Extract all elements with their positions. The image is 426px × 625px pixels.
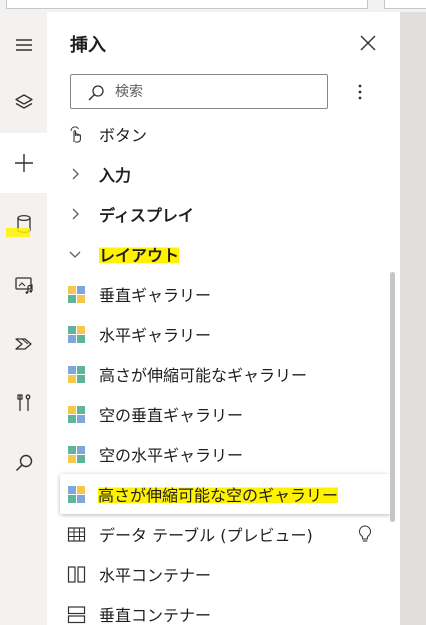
more-options-button[interactable] <box>350 80 370 104</box>
top-bar <box>0 0 426 12</box>
chevron-down-icon <box>69 251 81 258</box>
list-item-label: 垂直ギャラリー <box>99 286 212 305</box>
search-icon <box>88 85 104 101</box>
list-item-label: 高さが伸縮可能な空のギャラリー <box>98 482 339 506</box>
rail-media-button[interactable] <box>0 255 47 315</box>
list-item-blank-flexible-height-gallery[interactable]: 高さが伸縮可能な空のギャラリー <box>60 474 391 514</box>
lightbulb-icon <box>358 525 372 542</box>
chevron-right-icon <box>72 208 79 220</box>
canvas-edge <box>400 12 426 625</box>
layers-icon <box>14 94 33 109</box>
horizontal-container-icon <box>67 566 86 583</box>
tools-icon <box>16 394 30 411</box>
chevron-right-icon <box>72 168 79 180</box>
list-item-label: 空の水平ギャラリー <box>99 446 244 465</box>
data-highlight-mark <box>6 228 30 237</box>
group-label: ディスプレイ <box>99 206 194 225</box>
rail-power-automate-button[interactable] <box>0 314 47 374</box>
control-list: ボタン 入力 ディスプレイ レイアウト 垂直ギャラリー 水平ギャラリー 高さが伸… <box>47 120 400 625</box>
gallery-icon <box>68 486 85 503</box>
list-item-horizontal-gallery[interactable]: 水平ギャラリー <box>47 314 393 354</box>
list-item-label: ボタン <box>99 126 148 145</box>
add-icon <box>14 154 33 172</box>
gallery-icon <box>68 446 85 463</box>
touch-icon <box>70 126 81 143</box>
more-vertical-icon <box>358 84 362 100</box>
group-label: 入力 <box>99 166 132 185</box>
list-item-blank-vertical-gallery[interactable]: 空の垂直ギャラリー <box>47 394 393 434</box>
group-input[interactable]: 入力 <box>47 154 393 194</box>
search-box[interactable] <box>70 74 328 109</box>
media-icon <box>14 277 33 294</box>
insert-panel: 挿入 ボタン 入力 ディスプレイ レイアウト 垂直ギャラリー <box>47 12 400 625</box>
table-icon <box>67 527 86 542</box>
list-scrollbar[interactable] <box>390 272 395 522</box>
close-icon <box>360 35 376 51</box>
gallery-icon <box>68 326 85 343</box>
list-item-horizontal-container[interactable]: 水平コンテナー <box>47 554 393 594</box>
group-display[interactable]: ディスプレイ <box>47 194 393 234</box>
top-right-field[interactable] <box>384 0 426 9</box>
list-item-button[interactable]: ボタン <box>47 120 393 154</box>
search-input[interactable] <box>115 81 315 103</box>
list-item-label: 高さが伸縮可能なギャラリー <box>99 366 308 385</box>
list-item-blank-horizontal-gallery[interactable]: 空の水平ギャラリー <box>47 434 393 474</box>
group-label: レイアウト <box>99 242 180 266</box>
rail-search-button[interactable] <box>0 433 47 493</box>
list-item-label: 水平ギャラリー <box>99 326 212 345</box>
power-automate-icon <box>14 338 32 350</box>
vertical-container-icon <box>67 606 86 624</box>
list-item-vertical-gallery[interactable]: 垂直ギャラリー <box>47 274 393 314</box>
rail-tools-button[interactable] <box>0 373 47 433</box>
left-rail <box>0 12 47 625</box>
gallery-icon <box>68 286 85 303</box>
list-item-label: 垂直コンテナー <box>99 606 212 625</box>
formula-bar-field[interactable] <box>6 0 368 9</box>
list-item-vertical-container[interactable]: 垂直コンテナー <box>47 594 393 625</box>
close-button[interactable] <box>356 31 380 55</box>
list-item-data-table[interactable]: データ テーブル (プレビュー) <box>47 514 393 554</box>
group-layout[interactable]: レイアウト <box>47 234 393 274</box>
search-icon <box>15 454 32 472</box>
list-item-label: 水平コンテナー <box>99 566 212 585</box>
rail-menu-button[interactable] <box>0 15 47 75</box>
gallery-icon <box>68 406 85 423</box>
rail-tree-view-button[interactable] <box>0 72 47 132</box>
hamburger-icon <box>15 39 32 51</box>
list-item-label: 空の垂直ギャラリー <box>99 406 244 425</box>
rail-insert-button[interactable] <box>0 133 47 193</box>
list-item-label: データ テーブル (プレビュー) <box>99 526 313 545</box>
panel-title: 挿入 <box>70 35 106 56</box>
list-item-flexible-height-gallery[interactable]: 高さが伸縮可能なギャラリー <box>47 354 393 394</box>
rail-data-button[interactable] <box>0 194 47 254</box>
gallery-icon <box>68 366 85 383</box>
